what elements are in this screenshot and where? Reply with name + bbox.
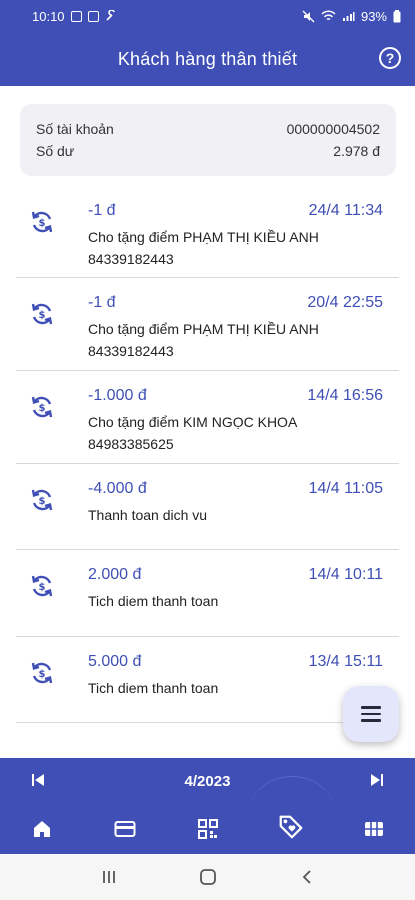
tab-qr[interactable]	[194, 816, 222, 842]
battery-percent: 93%	[360, 8, 387, 24]
svg-text:$: $	[39, 496, 46, 507]
exchange-icon: $	[31, 211, 53, 233]
tab-home[interactable]	[28, 816, 56, 842]
transaction-item[interactable]: $ -1.000 đ 14/4 16:56 Cho tặng điểm KIM …	[16, 371, 399, 464]
transaction-date: 13/4 15:11	[308, 653, 383, 670]
transaction-date: 20/4 22:55	[307, 294, 383, 311]
exchange-icon: $	[31, 303, 53, 325]
account-number-row: Số tài khoản 000000004502	[36, 118, 380, 140]
balance-row: Số dư 2.978 đ	[36, 140, 380, 162]
transaction-date: 14/4 11:05	[308, 480, 383, 497]
gallery-icon	[70, 10, 82, 22]
loyalty-tag-icon	[279, 815, 303, 839]
system-nav-bar	[0, 854, 415, 900]
menu-icon	[361, 704, 381, 724]
exchange-icon: $	[31, 662, 53, 684]
exchange-icon: $	[31, 489, 53, 511]
wrench-icon	[105, 10, 115, 21]
transaction-item[interactable]: $ -1 đ 24/4 11:34 Cho tặng điểm PHẠM THỊ…	[16, 186, 399, 278]
transaction-date: 24/4 11:34	[308, 202, 383, 219]
transaction-item[interactable]: $ 5.000 đ 13/4 15:11 Tich diem thanh toa…	[16, 637, 399, 723]
app-bar: Khách hàng thân thiết ?	[0, 32, 415, 86]
transaction-date: 14/4 10:11	[308, 566, 383, 583]
transaction-list: $ -1 đ 24/4 11:34 Cho tặng điểm PHẠM THỊ…	[16, 186, 399, 723]
transaction-description: Thanh toan dich vu	[88, 507, 208, 523]
transaction-amount: 5.000 đ	[88, 653, 142, 670]
grid-icon	[365, 822, 383, 836]
status-bar: 10:10 93%	[0, 0, 415, 32]
transaction-amount: -1 đ	[88, 202, 116, 219]
transaction-description: Tich diem thanh toan	[88, 593, 219, 609]
svg-text:$: $	[39, 218, 46, 229]
page-title: Khách hàng thân thiết	[117, 48, 298, 69]
exchange-icon: $	[31, 575, 53, 597]
mute-icon	[302, 10, 315, 22]
card-icon	[114, 821, 136, 837]
svg-text:$: $	[39, 669, 46, 680]
menu-fab-button[interactable]	[343, 686, 399, 742]
status-right: 93%	[302, 9, 401, 24]
account-summary-card: Số tài khoản 000000004502 Số dư 2.978 đ	[20, 104, 396, 176]
battery-icon	[393, 9, 401, 22]
exchange-icon: $	[31, 396, 53, 418]
current-month: 4/2023	[184, 772, 231, 790]
tab-loyalty[interactable]	[277, 814, 305, 840]
back-icon[interactable]	[300, 869, 314, 885]
transaction-amount: -1.000 đ	[88, 387, 147, 404]
transaction-description: Cho tặng điểm KIM NGỌC KHOA 84983385625	[88, 414, 297, 452]
transaction-item[interactable]: $ -4.000 đ 14/4 11:05 Thanh toan dich vu	[16, 464, 399, 550]
transaction-description: Cho tặng điểm PHẠM THỊ KIỀU ANH 84339182…	[88, 321, 319, 359]
home-button-icon[interactable]	[199, 868, 217, 886]
balance-label: Số dư	[36, 143, 75, 159]
skip-previous-icon[interactable]	[30, 772, 46, 788]
transaction-amount: -4.000 đ	[88, 480, 147, 497]
transaction-amount: 2.000 đ	[88, 566, 142, 583]
signal-icon	[342, 12, 355, 21]
transaction-amount: -1 đ	[88, 294, 116, 311]
status-left: 10:10	[32, 9, 117, 24]
month-navigator: 4/2023	[0, 758, 415, 804]
svg-text:$: $	[39, 582, 46, 593]
help-icon[interactable]: ?	[379, 47, 401, 69]
svg-text:$: $	[39, 403, 46, 414]
skip-next-icon[interactable]	[369, 772, 385, 788]
account-number-label: Số tài khoản	[36, 121, 114, 137]
recent-apps-icon[interactable]	[101, 869, 117, 885]
balance-value: 2.978 đ	[333, 143, 380, 159]
account-number-value: 000000004502	[286, 121, 380, 137]
status-time: 10:10	[32, 8, 65, 24]
transaction-item[interactable]: $ -1 đ 20/4 22:55 Cho tặng điểm PHẠM THỊ…	[16, 278, 399, 371]
transaction-description: Cho tặng điểm PHẠM THỊ KIỀU ANH 84339182…	[88, 229, 319, 267]
wifi-icon	[321, 10, 336, 21]
transaction-date: 14/4 16:56	[307, 387, 383, 404]
qr-code-icon	[198, 819, 218, 839]
home-icon	[34, 821, 50, 837]
transaction-item[interactable]: $ 2.000 đ 14/4 10:11 Tich diem thanh toa…	[16, 550, 399, 637]
notification-icon	[87, 10, 99, 22]
tab-more[interactable]	[360, 816, 388, 842]
svg-text:$: $	[39, 310, 46, 321]
tab-card[interactable]	[111, 816, 139, 842]
transaction-description: Tich diem thanh toan	[88, 680, 219, 696]
